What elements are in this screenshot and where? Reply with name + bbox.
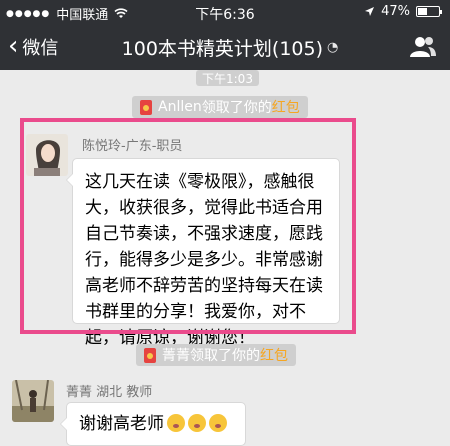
earpiece-mode-icon: ◔ — [327, 39, 339, 55]
battery-fill — [418, 8, 427, 15]
message-timestamp: 下午1:03 — [196, 70, 259, 86]
message-text: 谢谢高老师 — [79, 414, 164, 434]
chat-title: 100本书精英计划(105) ◔ — [90, 24, 370, 70]
redpack-notice: 菁菁 领取了你的 红包 — [136, 344, 296, 366]
emoji-icon — [209, 414, 227, 432]
battery-percent: 47% — [381, 4, 410, 19]
avatar[interactable] — [12, 380, 54, 422]
back-label: 微信 — [22, 38, 59, 59]
redpack-action: 领取了你的 — [190, 348, 260, 364]
sender-name: 菁菁 湖北 教师 — [66, 385, 153, 400]
emoji-icon — [188, 414, 206, 432]
redpack-action: 领取了你的 — [201, 100, 272, 116]
chat-title-text: 100本书精英计划(105) — [121, 37, 323, 60]
redpack-link[interactable]: 红包 — [260, 345, 288, 365]
red-packet-icon — [144, 347, 156, 363]
battery-icon — [416, 6, 442, 17]
message-bubble[interactable]: 谢谢高老师 — [60, 402, 246, 446]
highlight-frame — [20, 118, 356, 334]
chevron-left-icon: ‹ — [8, 31, 19, 61]
redpack-receiver: 菁菁 — [162, 348, 190, 364]
location-arrow-icon — [365, 7, 375, 16]
redpack-link[interactable]: 红包 — [272, 97, 300, 117]
redpack-receiver: Anllen — [158, 99, 202, 115]
avatar-image — [12, 380, 54, 422]
status-bar: ●●●●● 中国联通 下午6:36 47% — [0, 0, 450, 24]
redpack-notice: Anllen 领取了你的 红包 — [132, 96, 308, 118]
timestamp-text: 下午1:03 — [202, 71, 253, 86]
back-button[interactable]: ‹ 微信 — [8, 24, 58, 70]
group-members-icon[interactable] — [410, 35, 436, 59]
emoji-icon — [167, 414, 185, 432]
red-packet-icon — [140, 99, 152, 115]
nav-bar: ‹ 微信 100本书精英计划(105) ◔ — [0, 24, 450, 70]
